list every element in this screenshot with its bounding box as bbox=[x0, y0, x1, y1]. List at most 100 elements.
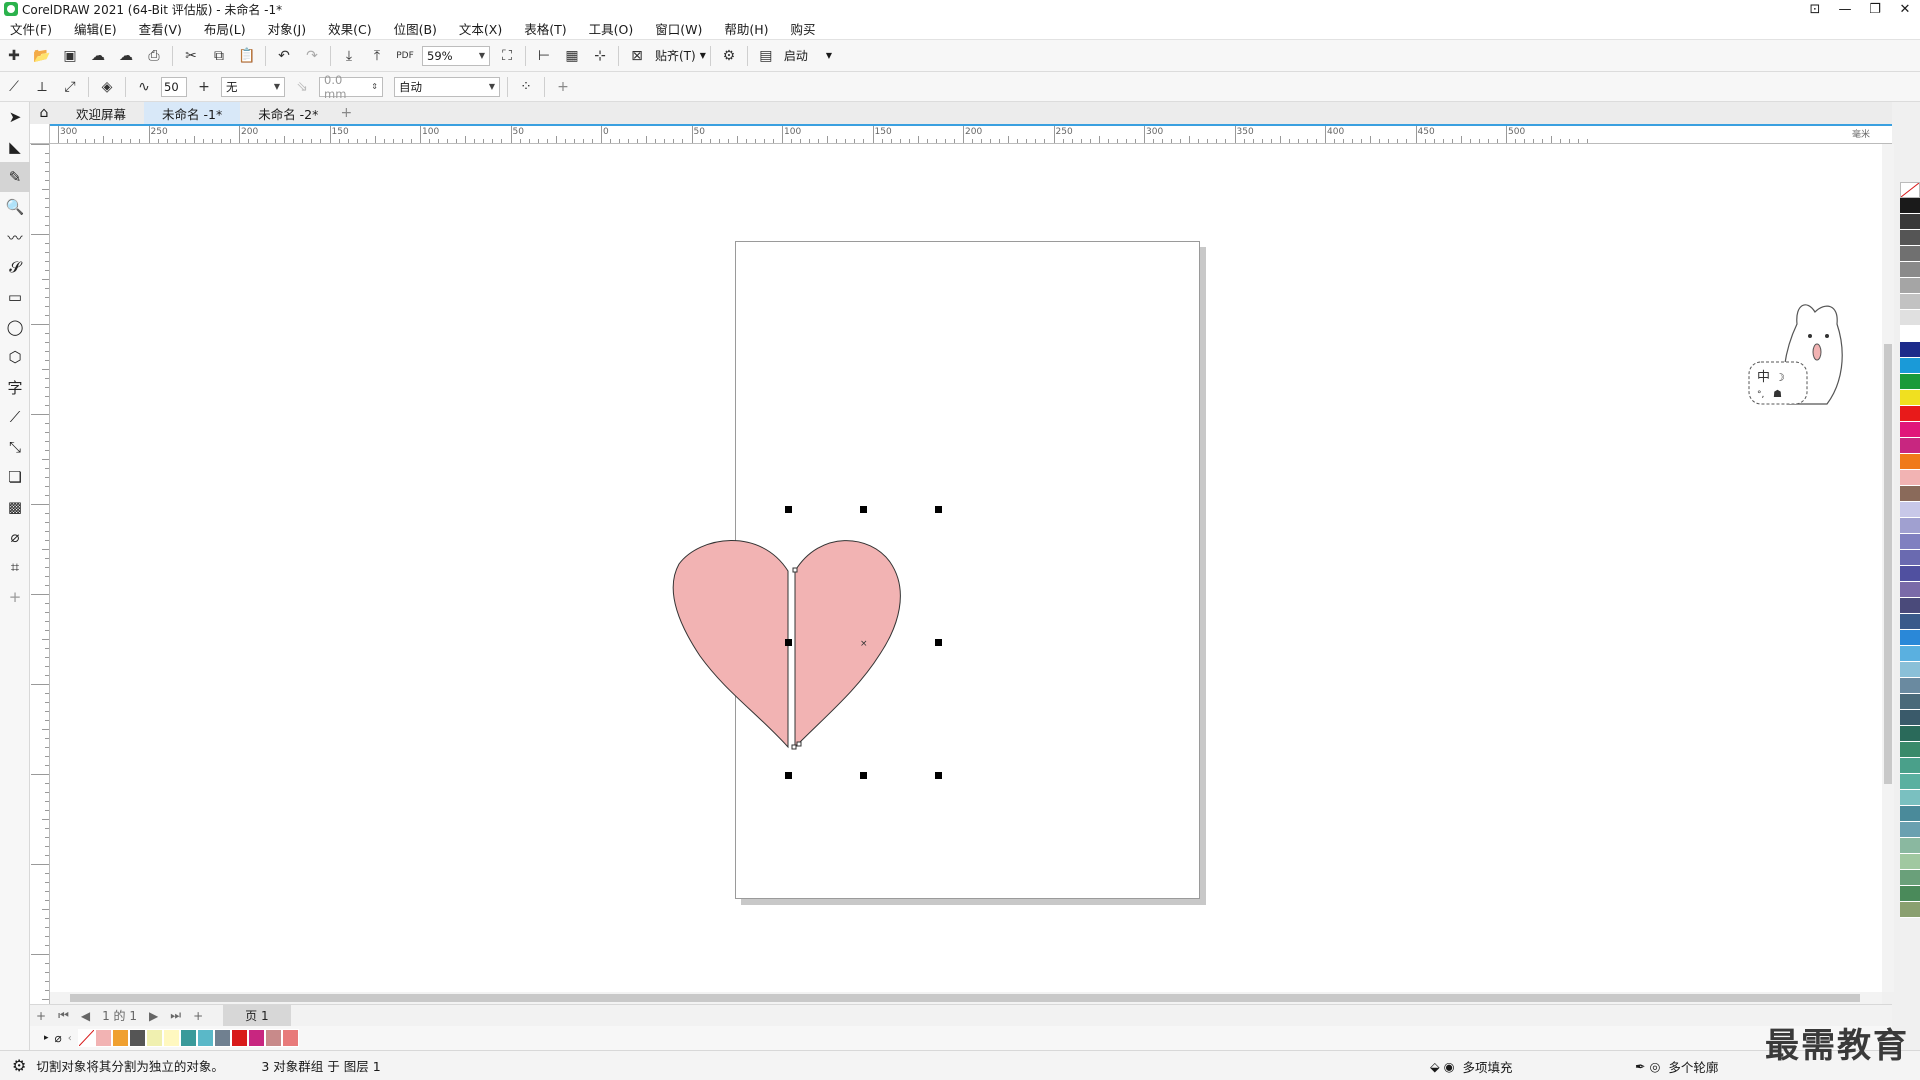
color-swatch[interactable] bbox=[1900, 358, 1920, 374]
color-swatch[interactable] bbox=[1900, 742, 1920, 758]
interactive-fill-tool-icon[interactable]: ⌗ bbox=[0, 552, 30, 582]
knife-tool-icon[interactable]: ✎ bbox=[0, 162, 30, 192]
color-swatch[interactable] bbox=[1900, 886, 1920, 902]
selection-handle-bottom-right[interactable] bbox=[935, 772, 942, 779]
color-swatch[interactable] bbox=[1900, 486, 1920, 502]
fill-bucket-icon[interactable]: ⬙ bbox=[1430, 1059, 1440, 1074]
color-swatch[interactable] bbox=[1900, 262, 1920, 278]
import-icon[interactable]: ⤓ bbox=[338, 45, 360, 67]
outline-swatch-icon[interactable]: ◎ bbox=[1649, 1059, 1660, 1074]
color-swatch[interactable] bbox=[1900, 614, 1920, 630]
pen-icon[interactable]: ✒ bbox=[1635, 1059, 1645, 1074]
cut-span-icon[interactable]: ◈ bbox=[96, 76, 118, 98]
color-swatch[interactable] bbox=[1900, 278, 1920, 294]
undo-icon[interactable]: ↶ bbox=[273, 45, 295, 67]
menu-file[interactable]: 文件(F) bbox=[10, 19, 52, 38]
vertical-scroll-thumb[interactable] bbox=[1884, 344, 1892, 784]
color-swatch[interactable] bbox=[1900, 246, 1920, 262]
artistic-media-tool-icon[interactable]: 𝓢 bbox=[0, 252, 30, 282]
color-swatch[interactable] bbox=[1900, 454, 1920, 470]
new-tab-icon[interactable]: + bbox=[336, 105, 356, 121]
snap-chevron-down-icon[interactable]: ▼ bbox=[700, 51, 706, 60]
document-color-swatch[interactable] bbox=[94, 1029, 112, 1047]
color-swatch[interactable] bbox=[1900, 438, 1920, 454]
horizontal-ruler[interactable]: 300 250 200 150 100 50 0 50 100 150 200 250 300 350 40… bbox=[50, 124, 1892, 144]
menu-help[interactable]: 帮助(H) bbox=[724, 19, 768, 38]
show-grid-icon[interactable]: ▦ bbox=[561, 45, 583, 67]
color-swatch[interactable] bbox=[1900, 822, 1920, 838]
color-swatch[interactable] bbox=[1900, 390, 1920, 406]
color-swatch[interactable] bbox=[1900, 774, 1920, 790]
selection-handle-left[interactable] bbox=[785, 639, 792, 646]
launch-chevron-down-icon[interactable]: ▼ bbox=[826, 51, 832, 60]
color-swatch[interactable] bbox=[1900, 726, 1920, 742]
menu-buy[interactable]: 购买 bbox=[791, 19, 816, 38]
outline-style-select[interactable]: 无 ▼ bbox=[221, 76, 285, 97]
color-swatch[interactable] bbox=[1900, 838, 1920, 854]
ruler-origin[interactable] bbox=[30, 124, 50, 144]
knife-2point-icon[interactable]: ⟂ bbox=[31, 76, 53, 98]
export-pdf-icon[interactable]: PDF bbox=[394, 45, 416, 67]
path-node[interactable] bbox=[796, 741, 802, 747]
minimize-button[interactable]: — bbox=[1830, 0, 1860, 18]
color-swatch[interactable] bbox=[1900, 534, 1920, 550]
menu-view[interactable]: 查看(V) bbox=[139, 19, 182, 38]
export-icon[interactable]: ⤒ bbox=[366, 45, 388, 67]
input-method-cat-icon[interactable]: 中 ☽ °, ☗ bbox=[1747, 294, 1877, 414]
color-swatch[interactable] bbox=[1900, 662, 1920, 678]
first-page-icon[interactable]: ⏮ bbox=[58, 1008, 69, 1023]
menu-text[interactable]: 文本(X) bbox=[459, 19, 502, 38]
copy-icon[interactable]: ⧉ bbox=[208, 45, 230, 67]
path-node[interactable] bbox=[791, 744, 797, 750]
cut-icon[interactable]: ✂ bbox=[180, 45, 202, 67]
vertical-ruler[interactable] bbox=[30, 144, 50, 1004]
account-icon[interactable]: ⊡ bbox=[1800, 0, 1830, 18]
tab-welcome-screen[interactable]: 欢迎屏幕 bbox=[58, 102, 144, 124]
connector-tool-icon[interactable]: ⤡ bbox=[0, 432, 30, 462]
color-swatch[interactable] bbox=[1900, 854, 1920, 870]
open-icon[interactable]: 📂 bbox=[31, 45, 53, 67]
ellipse-tool-icon[interactable]: ◯ bbox=[0, 312, 30, 342]
color-swatch[interactable] bbox=[1900, 598, 1920, 614]
freehand-tool-icon[interactable]: 〰 bbox=[0, 222, 30, 252]
path-node[interactable] bbox=[792, 567, 798, 573]
eyedropper-tool-icon[interactable]: ⌀ bbox=[0, 522, 30, 552]
menu-layout[interactable]: 布局(L) bbox=[204, 19, 246, 38]
color-swatch[interactable] bbox=[1900, 310, 1920, 326]
cloud-upload-icon[interactable]: ☁ bbox=[115, 45, 137, 67]
selection-handle-bottom-left[interactable] bbox=[785, 772, 792, 779]
rectangle-tool-icon[interactable]: ▭ bbox=[0, 282, 30, 312]
launch-button[interactable]: 启动 bbox=[784, 47, 808, 64]
menu-edit[interactable]: 编辑(E) bbox=[74, 19, 117, 38]
snap-off-icon[interactable]: ⊠ bbox=[626, 45, 648, 67]
palette-expand-icon[interactable]: ▸ bbox=[44, 1033, 49, 1043]
color-swatch[interactable] bbox=[1900, 582, 1920, 598]
add-page-before-icon[interactable]: + bbox=[36, 1009, 46, 1023]
text-tool-icon[interactable]: 字 bbox=[0, 372, 30, 402]
color-swatch[interactable] bbox=[1900, 422, 1920, 438]
menu-tools[interactable]: 工具(O) bbox=[589, 19, 634, 38]
menu-bitmaps[interactable]: 位图(B) bbox=[394, 19, 437, 38]
document-color-swatch[interactable] bbox=[179, 1029, 197, 1047]
status-gear-icon[interactable]: ⚙ bbox=[12, 1056, 26, 1075]
selection-handle-top-right[interactable] bbox=[935, 506, 942, 513]
document-color-swatch[interactable] bbox=[230, 1029, 248, 1047]
color-swatch[interactable] bbox=[1900, 502, 1920, 518]
no-color-swatch[interactable] bbox=[1900, 182, 1920, 198]
color-swatch[interactable] bbox=[1900, 902, 1920, 918]
color-swatch[interactable] bbox=[1900, 406, 1920, 422]
document-color-swatch[interactable] bbox=[162, 1029, 180, 1047]
menu-table[interactable]: 表格(T) bbox=[524, 19, 566, 38]
add-tool-icon[interactable]: + bbox=[0, 582, 30, 612]
pick-tool-icon[interactable]: ➤ bbox=[0, 102, 30, 132]
color-swatch[interactable] bbox=[1900, 758, 1920, 774]
save-icon[interactable]: ▣ bbox=[59, 45, 81, 67]
transparency-tool-icon[interactable]: ▩ bbox=[0, 492, 30, 522]
snap-to-button[interactable]: 贴齐(T) bbox=[655, 47, 696, 64]
color-swatch[interactable] bbox=[1900, 550, 1920, 566]
paste-icon[interactable]: 📋 bbox=[236, 45, 258, 67]
shape-tool-icon[interactable]: ◣ bbox=[0, 132, 30, 162]
print-icon[interactable]: ⎙ bbox=[143, 45, 165, 67]
color-swatch[interactable] bbox=[1900, 790, 1920, 806]
gap-mode-select[interactable]: 自动 ▼ bbox=[394, 76, 500, 97]
